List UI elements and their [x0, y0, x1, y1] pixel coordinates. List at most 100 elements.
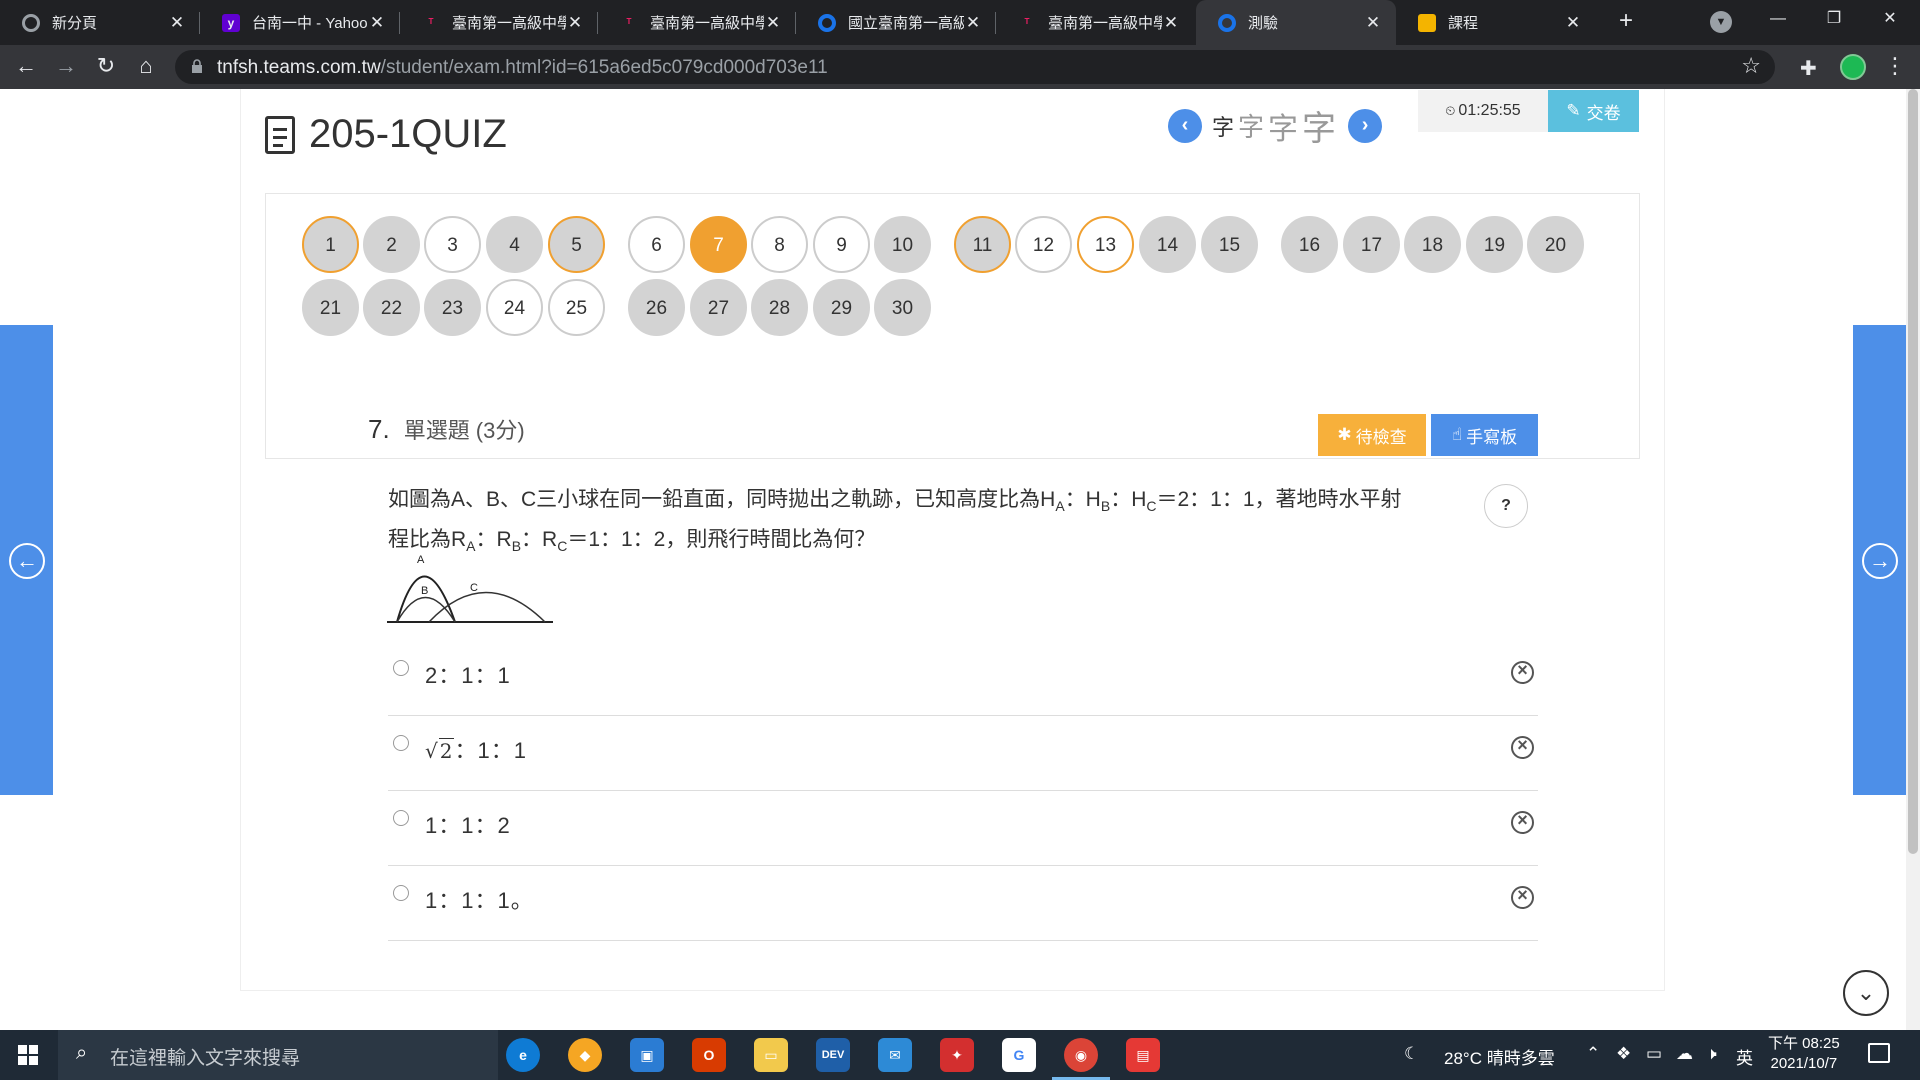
google-icon[interactable]: G — [1002, 1038, 1036, 1072]
chevron-down-circle-icon[interactable]: ⌄ — [1843, 970, 1889, 1016]
taskbar-search-box[interactable]: ⌕ 在這裡輸入文字來搜尋 — [58, 1030, 498, 1080]
browser-tab[interactable]: y 台南一中 - Yahoo ✕ — [200, 0, 400, 45]
home-icon[interactable]: ⌂ — [130, 51, 162, 83]
question-nav-button[interactable]: 1 — [302, 216, 359, 273]
scrollbar-thumb[interactable] — [1908, 89, 1918, 854]
windows-start-icon[interactable] — [18, 1045, 38, 1065]
chevron-left-icon[interactable]: ‹ — [1168, 108, 1202, 143]
office-icon[interactable]: O — [692, 1038, 726, 1072]
tab-search-icon[interactable]: ▼ — [1710, 11, 1732, 33]
notification-icon[interactable] — [1868, 1043, 1890, 1063]
extensions-puzzle-icon[interactable]: ✚ — [1800, 56, 1817, 81]
profile-avatar[interactable] — [1840, 54, 1866, 80]
presentation-icon[interactable]: ▤ — [1126, 1038, 1160, 1072]
restore-button[interactable]: ❐ — [1806, 0, 1862, 40]
question-nav-button[interactable]: 3 — [424, 216, 481, 273]
chevron-up-icon[interactable]: ⌃ — [1586, 1044, 1600, 1064]
question-nav-button[interactable]: 27 — [690, 279, 747, 336]
reload-icon[interactable]: ↻ — [90, 51, 122, 83]
menu-kebab-icon[interactable]: ⋮ — [1884, 53, 1906, 79]
close-icon[interactable]: ✕ — [368, 13, 386, 33]
next-question-panel[interactable]: → — [1853, 325, 1906, 795]
browser-tab[interactable]: 課程 ✕ — [1396, 0, 1596, 45]
close-icon[interactable]: ✕ — [764, 13, 782, 33]
eliminate-option-icon[interactable] — [1511, 660, 1534, 684]
close-icon[interactable]: ✕ — [964, 13, 982, 33]
arrow-right-circle-icon[interactable]: → — [1862, 543, 1898, 579]
question-nav-button[interactable]: 13 — [1077, 216, 1134, 273]
font-size-small[interactable]: 字 — [1212, 110, 1234, 142]
browser-tab[interactable]: ᵀ 臺南第一高級中學 ✕ — [400, 0, 598, 45]
bookmark-star-icon[interactable]: ☆ — [1741, 53, 1761, 79]
close-icon[interactable]: ✕ — [1564, 13, 1582, 33]
eliminate-option-icon[interactable] — [1511, 735, 1534, 759]
question-nav-button[interactable]: 14 — [1139, 216, 1196, 273]
radio-button[interactable] — [393, 735, 409, 751]
question-nav-button[interactable]: 28 — [751, 279, 808, 336]
forward-arrow-icon[interactable]: → — [50, 51, 82, 83]
question-nav-button[interactable]: 20 — [1527, 216, 1584, 273]
weather-moon-icon[interactable]: ☾ — [1404, 1044, 1419, 1064]
question-nav-button[interactable]: 15 — [1201, 216, 1258, 273]
question-nav-button[interactable]: 2 — [363, 216, 420, 273]
question-nav-button[interactable]: 21 — [302, 279, 359, 336]
question-nav-button[interactable]: 22 — [363, 279, 420, 336]
system-clock[interactable]: 下午 08:25 2021/10/7 — [1768, 1034, 1840, 1074]
question-nav-button[interactable]: 19 — [1466, 216, 1523, 273]
question-nav-button[interactable]: 30 — [874, 279, 931, 336]
answer-option[interactable]: 2：1：1 — [388, 641, 1538, 716]
question-nav-button[interactable]: 11 — [954, 216, 1011, 273]
back-arrow-icon[interactable]: ← — [10, 51, 42, 83]
eliminate-option-icon[interactable] — [1511, 810, 1534, 834]
answer-option[interactable]: 1：1：2 — [388, 791, 1538, 866]
question-nav-button[interactable]: 25 — [548, 279, 605, 336]
answer-option[interactable]: √2：1：1 — [388, 716, 1538, 791]
font-size-medium[interactable]: 字 — [1238, 107, 1264, 144]
question-nav-button[interactable]: 7 — [690, 216, 747, 273]
question-nav-button[interactable]: 24 — [486, 279, 543, 336]
browser-tab-active[interactable]: 測驗 ✕ — [1196, 0, 1396, 45]
submit-exam-button[interactable]: ✎ 交卷 — [1548, 90, 1639, 132]
close-icon[interactable]: ✕ — [168, 13, 186, 33]
question-nav-button[interactable]: 9 — [813, 216, 870, 273]
question-nav-button[interactable]: 6 — [628, 216, 685, 273]
store-icon[interactable]: ▣ — [630, 1038, 664, 1072]
question-nav-button[interactable]: 10 — [874, 216, 931, 273]
file-explorer-icon[interactable]: ▭ — [754, 1038, 788, 1072]
battery-icon[interactable]: ▭ — [1646, 1044, 1662, 1064]
ime-indicator[interactable]: 英 — [1736, 1044, 1753, 1069]
help-button[interactable]: ? — [1484, 484, 1528, 528]
prev-question-panel[interactable]: ← — [0, 325, 53, 795]
close-icon[interactable]: ✕ — [566, 13, 584, 33]
wifi-icon[interactable]: ☁ — [1676, 1044, 1693, 1064]
answer-option[interactable]: 1：1：1。 — [388, 866, 1538, 941]
gift-icon[interactable]: ✦ — [940, 1038, 974, 1072]
question-nav-button[interactable]: 16 — [1281, 216, 1338, 273]
close-icon[interactable]: ✕ — [1162, 13, 1180, 33]
handwriting-pad-button[interactable]: ☝ 手寫板 — [1431, 414, 1538, 456]
browser-tab[interactable]: 新分頁 ✕ — [0, 0, 200, 45]
question-nav-button[interactable]: 4 — [486, 216, 543, 273]
radio-button[interactable] — [393, 810, 409, 826]
question-nav-button[interactable]: 29 — [813, 279, 870, 336]
question-nav-button[interactable]: 17 — [1343, 216, 1400, 273]
question-nav-button[interactable]: 12 — [1015, 216, 1072, 273]
dropbox-icon[interactable]: ❖ — [1616, 1044, 1631, 1064]
question-nav-button[interactable]: 26 — [628, 279, 685, 336]
font-size-xlarge[interactable]: 字 — [1302, 101, 1336, 150]
radio-button[interactable] — [393, 660, 409, 676]
dev-app-icon[interactable]: DEV — [816, 1038, 850, 1072]
close-window-button[interactable]: ✕ — [1862, 0, 1918, 40]
address-bar[interactable]: tnfsh.teams.com.tw/student/exam.html?id=… — [175, 50, 1775, 84]
mail-icon[interactable]: ✉ — [878, 1038, 912, 1072]
browser-tab[interactable]: ᵀ 臺南第一高級中學 ✕ — [598, 0, 796, 45]
edge-icon[interactable]: e — [506, 1038, 540, 1072]
chevron-right-icon[interactable]: › — [1348, 108, 1383, 143]
eliminate-option-icon[interactable] — [1511, 885, 1534, 909]
weather-text[interactable]: 28°C 晴時多雲 — [1444, 1044, 1555, 1069]
question-nav-button[interactable]: 23 — [424, 279, 481, 336]
browser-tab[interactable]: ᵀ 臺南第一高級中學 ✕ — [996, 0, 1194, 45]
new-tab-button[interactable]: + — [1610, 6, 1642, 38]
radio-button[interactable] — [393, 885, 409, 901]
font-size-large[interactable]: 字 — [1268, 104, 1298, 148]
